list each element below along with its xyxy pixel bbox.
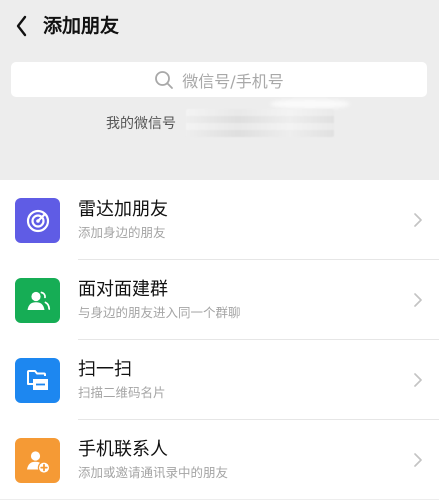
item-subtitle: 添加身边的朋友 [78,225,166,240]
search-icon [154,70,174,90]
top-area: 添加朋友 微信号/手机号 我的微信号 [0,0,439,180]
blurred-wechat-id [186,109,334,137]
chevron-right-icon [412,371,424,389]
chevron-right-icon [412,211,424,229]
chevron-right-icon [412,291,424,309]
item-subtitle: 与身边的朋友进入同一个群聊 [78,305,241,320]
list-item-face-to-face-group[interactable]: 面对面建群 与身边的朋友进入同一个群聊 [0,260,439,340]
search-placeholder: 微信号/手机号 [182,71,284,91]
page-title: 添加朋友 [43,15,120,37]
contacts-add-icon [15,438,60,483]
list-item-radar-add-friends[interactable]: 雷达加朋友 添加身边的朋友 [0,180,439,260]
item-subtitle: 添加或邀请通讯录中的朋友 [78,465,229,480]
face-to-face-group-icon [15,278,60,323]
scan-icon [15,358,60,403]
item-title: 扫一扫 [78,359,132,380]
item-title: 面对面建群 [78,279,168,300]
list-item-scan[interactable]: 扫一扫 扫描二维码名片 [0,340,439,420]
my-wechat-id-row[interactable]: 我的微信号 [106,108,334,138]
radar-icon [15,198,60,243]
item-title: 雷达加朋友 [78,199,168,220]
header: 添加朋友 [0,0,439,52]
list-item-phone-contacts[interactable]: 手机联系人 添加或邀请通讯录中的朋友 [0,420,439,500]
back-button[interactable] [8,12,36,40]
my-wechat-id-label: 我的微信号 [106,116,176,132]
chevron-left-icon [16,15,27,37]
chevron-right-icon [412,451,424,469]
item-title: 手机联系人 [78,439,168,460]
add-friend-options-list: 雷达加朋友 添加身边的朋友 面对面建群 与身边的朋友进入同一个群聊 扫一扫 扫描… [0,180,439,499]
search-input[interactable]: 微信号/手机号 [11,62,427,97]
item-subtitle: 扫描二维码名片 [78,385,166,400]
